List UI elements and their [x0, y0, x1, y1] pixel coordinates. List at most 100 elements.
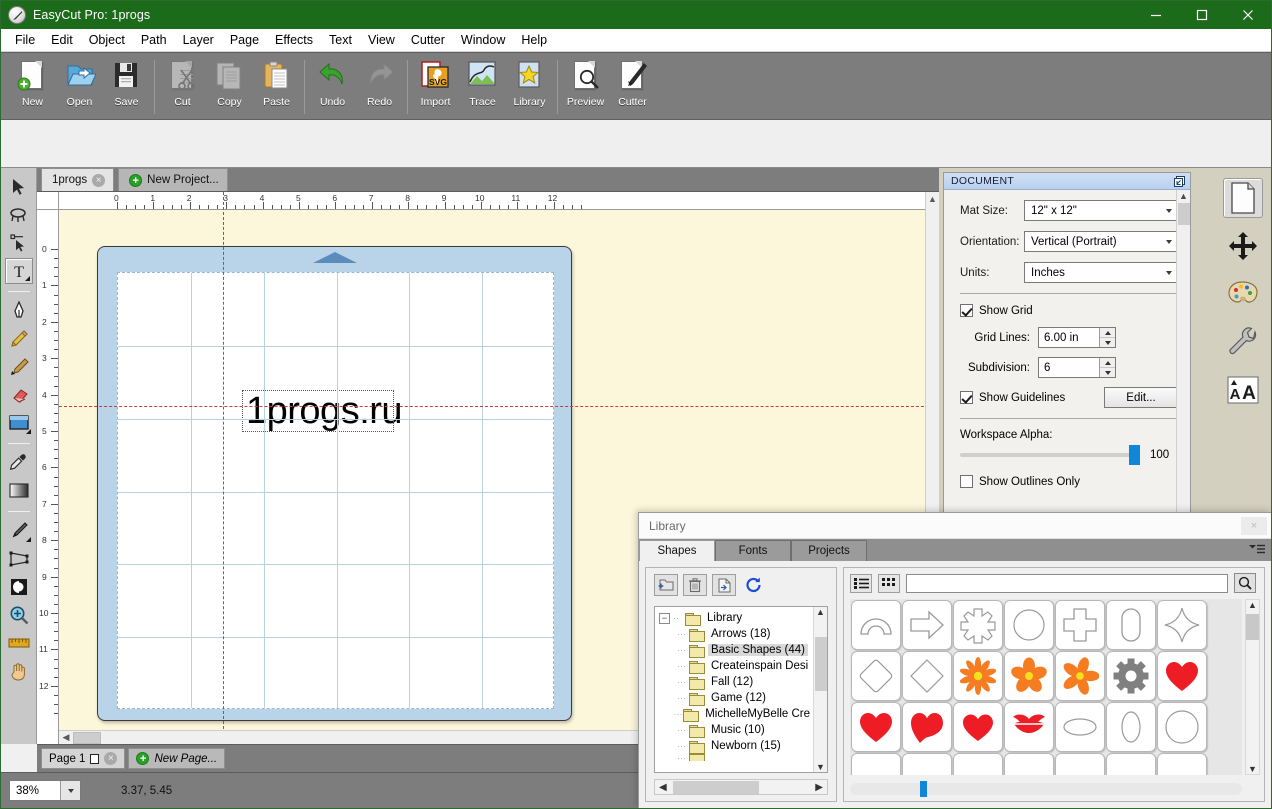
show-guidelines-checkbox[interactable] — [960, 391, 973, 404]
shape-cell[interactable] — [1106, 600, 1156, 650]
toolbar-library-button[interactable]: Library — [506, 56, 553, 118]
scroll-down-icon[interactable]: ▼ — [1248, 764, 1257, 774]
shape-cell[interactable] — [851, 702, 901, 752]
scroll-up-icon[interactable]: ▲ — [1179, 191, 1188, 201]
gradient-tool[interactable] — [5, 478, 33, 504]
shape-cell-partial[interactable] — [953, 753, 1003, 775]
shape-cell[interactable] — [851, 600, 901, 650]
toolbar-open-button[interactable]: Open — [56, 56, 103, 118]
shape-cell-partial[interactable] — [1055, 753, 1105, 775]
scroll-down-icon[interactable]: ▼ — [816, 762, 825, 772]
perspective-tool[interactable] — [5, 546, 33, 572]
menu-window[interactable]: Window — [453, 30, 513, 50]
spinner-up-icon[interactable] — [1100, 328, 1115, 338]
shape-cell[interactable] — [1106, 702, 1156, 752]
shape-cell[interactable] — [1157, 600, 1207, 650]
orientation-select[interactable]: Vertical (Portrait) — [1024, 231, 1178, 252]
transform-move-icon[interactable] — [1223, 226, 1263, 266]
shape-cell[interactable] — [1004, 702, 1054, 752]
shape-cell-partial[interactable] — [1004, 753, 1054, 775]
knife-tool[interactable] — [5, 518, 33, 544]
scroll-up-icon[interactable]: ▲ — [1248, 600, 1257, 610]
shape-grid-scrollbar[interactable]: ▲ ▼ — [1245, 599, 1260, 775]
tree-node[interactable]: ··· Music (10) — [659, 722, 813, 738]
toolbar-save-button[interactable]: Save — [103, 56, 150, 118]
pen-tool[interactable] — [5, 298, 33, 324]
shape-cell[interactable] — [1055, 600, 1105, 650]
menu-view[interactable]: View — [360, 30, 403, 50]
tree-node[interactable]: ··· Newborn (15) — [659, 738, 813, 754]
tree-node[interactable]: ··· Createinspain Desi — [659, 658, 813, 674]
document-tab-1progs[interactable]: 1progs × — [41, 168, 115, 191]
eraser-tool[interactable] — [5, 382, 33, 408]
close-icon[interactable] — [1225, 1, 1271, 29]
delete-trash-icon[interactable] — [683, 574, 707, 596]
shape-cell-partial[interactable] — [1106, 753, 1156, 775]
tab-shapes[interactable]: Shapes — [639, 540, 715, 561]
toolbar-paste-button[interactable]: Paste — [253, 56, 300, 118]
shape-cell[interactable] — [953, 600, 1003, 650]
menu-object[interactable]: Object — [81, 30, 133, 50]
text-properties-icon[interactable]: A A — [1223, 370, 1263, 410]
mirror-tool[interactable] — [5, 574, 33, 600]
toolbar-undo-button[interactable]: Undo — [309, 56, 356, 118]
show-outlines-only-row[interactable]: Show Outlines Only — [960, 475, 1178, 488]
close-icon[interactable]: × — [1241, 516, 1267, 535]
shape-cell-partial[interactable] — [1157, 753, 1207, 775]
show-outlines-only-checkbox[interactable] — [960, 475, 973, 488]
tools-wrench-icon[interactable] — [1223, 322, 1263, 362]
document-tab-new-project[interactable]: + New Project... — [118, 168, 228, 191]
shape-grid-viewport[interactable] — [850, 599, 1242, 775]
shape-cell[interactable] — [902, 600, 952, 650]
maximize-icon[interactable] — [1179, 1, 1225, 29]
toolbar-redo-button[interactable]: Redo — [356, 56, 403, 118]
page-tab-new-page[interactable]: + New Page... — [128, 748, 226, 769]
tree-horizontal-scrollbar[interactable]: ◀ ▶ — [654, 779, 828, 795]
subdivision-stepper[interactable]: 6 — [1038, 357, 1116, 378]
toolbar-trace-button[interactable]: Trace — [459, 56, 506, 118]
pan-hand-tool[interactable] — [5, 658, 33, 684]
select-arrow-tool[interactable] — [5, 174, 33, 200]
menu-page[interactable]: Page — [222, 30, 267, 50]
toolbar-cut-button[interactable]: Cut — [159, 56, 206, 118]
text-tool[interactable]: T — [4, 258, 33, 284]
size-slider-thumb[interactable] — [920, 781, 927, 797]
shape-cell[interactable] — [1157, 651, 1207, 701]
shape-cell[interactable] — [1055, 702, 1105, 752]
zoom-tool[interactable] — [5, 602, 33, 628]
show-grid-checkbox[interactable] — [960, 304, 973, 317]
tree-vertical-scrollbar[interactable]: ▲ ▼ — [813, 607, 827, 772]
spinner-up-icon[interactable] — [1100, 358, 1115, 368]
scroll-up-icon[interactable]: ▲ — [928, 194, 937, 204]
menu-edit[interactable]: Edit — [43, 30, 81, 50]
shape-cell[interactable] — [1004, 651, 1054, 701]
zoom-level-combobox[interactable]: 38% — [9, 780, 81, 801]
spinner-down-icon[interactable] — [1100, 338, 1115, 347]
tab-fonts[interactable]: Fonts — [715, 540, 791, 561]
shape-cell[interactable] — [1004, 600, 1054, 650]
menu-file[interactable]: File — [7, 30, 43, 50]
toolbar-new-button[interactable]: New — [9, 56, 56, 118]
grid-lines-value[interactable]: 6.00 in — [1039, 328, 1099, 347]
tree-scroll-thumb[interactable] — [814, 637, 827, 691]
measure-ruler-tool[interactable] — [5, 630, 33, 656]
scroll-right-icon[interactable]: ▶ — [813, 782, 825, 793]
shape-cell[interactable] — [902, 702, 952, 752]
fill-color-palette-icon[interactable] — [1223, 274, 1263, 314]
hscroll-thumb[interactable] — [73, 731, 101, 744]
document-properties-icon[interactable] — [1223, 178, 1263, 218]
doc-scroll-thumb[interactable] — [1177, 203, 1190, 225]
slider-thumb[interactable] — [1129, 445, 1140, 465]
toolbar-import-button[interactable]: SVG Import — [412, 56, 459, 118]
grid-lines-spinner[interactable] — [1099, 328, 1115, 347]
undock-panel-icon[interactable] — [1173, 175, 1186, 188]
menu-path[interactable]: Path — [133, 30, 175, 50]
shape-cell[interactable] — [1055, 651, 1105, 701]
add-folder-icon[interactable] — [654, 574, 678, 596]
minimize-icon[interactable] — [1133, 1, 1179, 29]
scroll-up-icon[interactable]: ▲ — [816, 607, 825, 617]
units-select[interactable]: Inches — [1024, 262, 1178, 283]
tree-node[interactable]: − ·· Library — [659, 610, 813, 626]
scroll-left-icon[interactable]: ◀ — [59, 732, 73, 743]
show-grid-row[interactable]: Show Grid — [960, 304, 1178, 317]
